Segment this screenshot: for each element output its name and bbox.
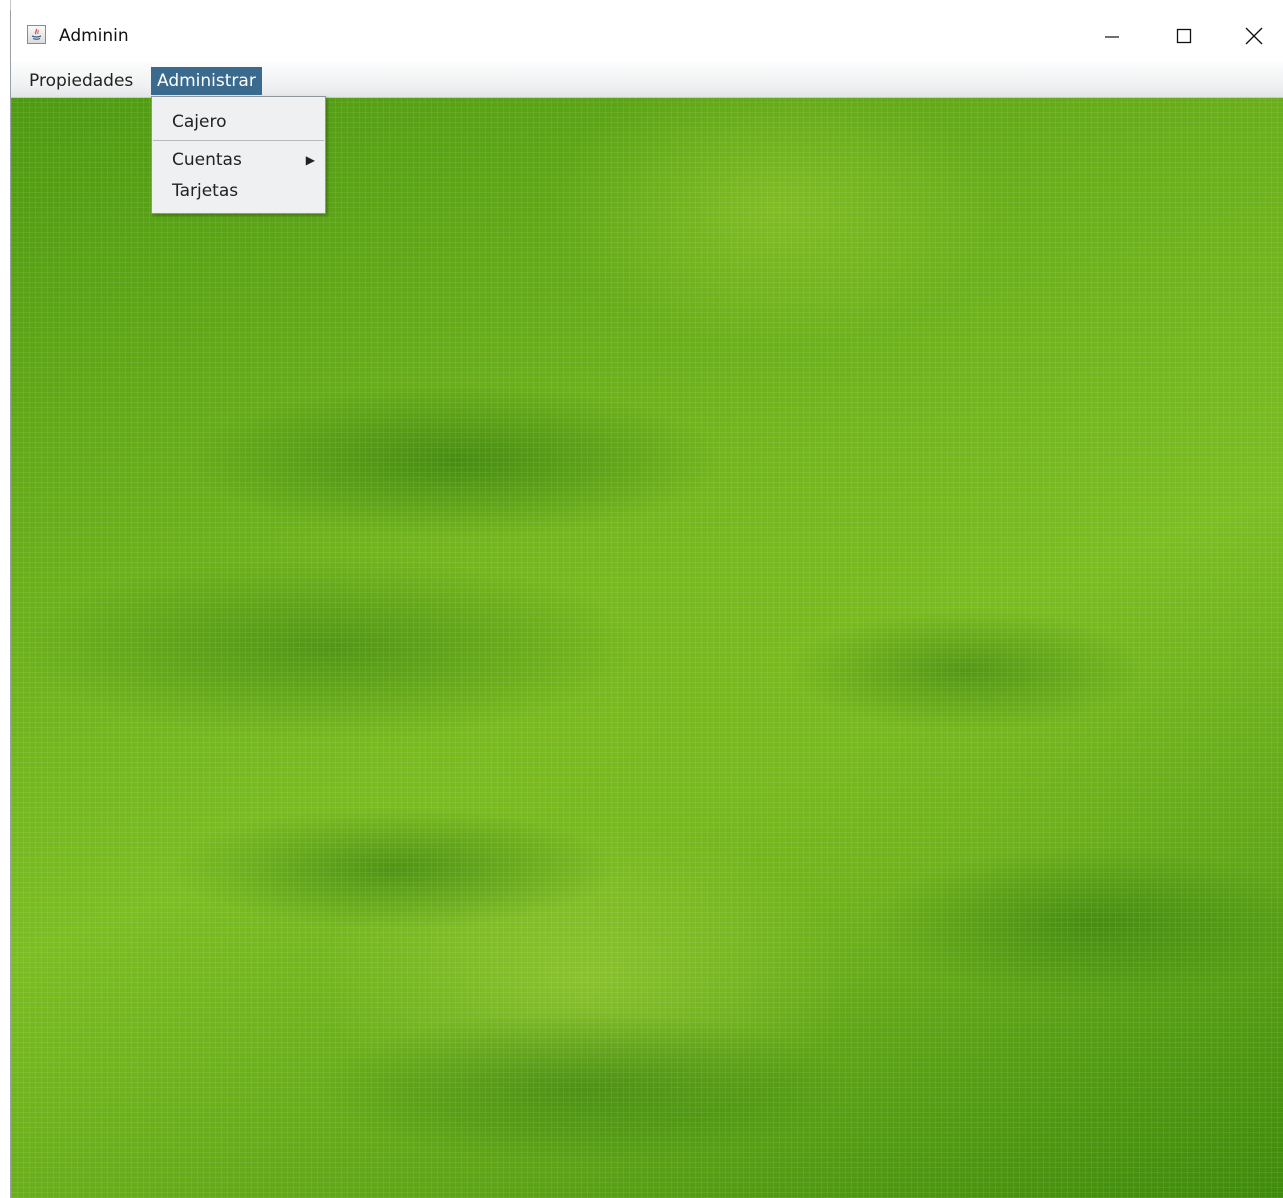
menu-item-cajero[interactable]: Cajero: [152, 107, 325, 137]
minimize-icon: [1105, 36, 1119, 38]
desktop-backdrop-top: [0, 0, 1283, 10]
triangle-right-icon: ▶: [305, 153, 315, 167]
menu-administrar[interactable]: Administrar: [151, 67, 262, 95]
menu-item-label: Cuentas: [172, 150, 242, 170]
menu-item-cuentas[interactable]: Cuentas ▶: [152, 145, 325, 175]
menu-item-label: Tarjetas: [172, 181, 239, 201]
close-icon: [1245, 27, 1263, 45]
menu-bar: Propiedades Administrar: [11, 62, 1283, 98]
maximize-button[interactable]: [1149, 10, 1219, 62]
menu-item-tarjetas[interactable]: Tarjetas: [152, 176, 325, 206]
background-panel: [11, 98, 1283, 1198]
window-title: Adminin: [59, 26, 129, 46]
close-button[interactable]: [1219, 10, 1283, 62]
app-window: Adminin Propiedades Administrar Cajero C…: [10, 10, 1283, 1198]
menu-propiedades[interactable]: Propiedades: [23, 67, 139, 95]
minimize-button[interactable]: [1077, 10, 1147, 62]
title-bar[interactable]: Adminin: [11, 10, 1283, 62]
menu-item-label: Cajero: [172, 112, 227, 132]
administrar-dropdown-menu: Cajero Cuentas ▶ Tarjetas: [151, 96, 326, 214]
java-app-icon: [27, 25, 46, 44]
menu-separator: [153, 140, 324, 141]
maximize-icon: [1176, 28, 1192, 44]
